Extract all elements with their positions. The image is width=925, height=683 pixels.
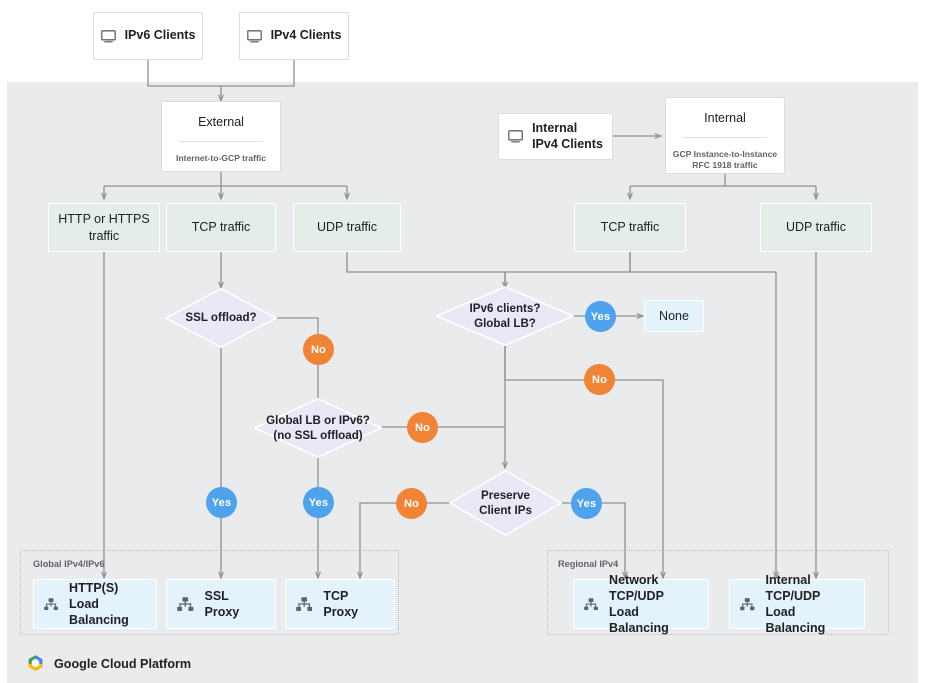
client-label-ipv6: IPv6 Clients: [124, 28, 196, 43]
outcome-label: SSL Proxy: [204, 588, 240, 619]
traffic-box-internal-tcp[interactable]: TCP traffic: [574, 203, 686, 252]
client-label-ipv4: IPv4 Clients: [270, 28, 342, 43]
outcome-none[interactable]: None: [644, 300, 704, 332]
traffic-box-http[interactable]: HTTP or HTTPS traffic: [48, 203, 160, 252]
group-label-global: Global IPv4/IPv6: [33, 559, 105, 569]
badge-no-global-lb: No: [407, 412, 438, 443]
outcome-label: Internal TCP/UDP Load Balancing: [765, 572, 826, 636]
outcome-label: TCP Proxy: [323, 588, 359, 619]
outcome-https-load-balancing[interactable]: HTTP(S) Load Balancing: [33, 579, 157, 629]
load-balancer-icon: [44, 597, 58, 610]
outcome-ssl-proxy[interactable]: SSL Proxy: [166, 579, 276, 629]
section-box-external[interactable]: External Internet-to-GCP traffic: [161, 101, 281, 172]
badge-no-ipv6-clients: No: [584, 364, 615, 395]
section-subtitle-internal: GCP Instance-to-Instance RFC 1918 traffi…: [672, 149, 778, 171]
group-label-regional: Regional IPv4: [558, 559, 619, 569]
outcome-label: HTTP(S) Load Balancing: [69, 580, 129, 628]
gcp-hexagon-logo: [28, 655, 43, 671]
monitor-icon: [508, 130, 523, 143]
section-box-internal[interactable]: Internal GCP Instance-to-Instance RFC 19…: [665, 97, 785, 174]
section-divider: [682, 137, 768, 138]
section-title-external: External: [198, 115, 244, 129]
outcome-network-tcp-udp-load-balancing[interactable]: Network TCP/UDP Load Balancing: [573, 573, 709, 635]
diagram-canvas: IPv6 Clients IPv4 Clients Internal IPv4 …: [0, 0, 925, 683]
client-label-internal-ipv4: Internal IPv4 Clients: [532, 120, 603, 151]
load-balancer-icon: [296, 596, 313, 611]
traffic-box-internal-udp[interactable]: UDP traffic: [760, 203, 872, 252]
monitor-icon: [100, 29, 116, 42]
decision-label-preserve-client-ips: Preserve Client IPs: [479, 488, 532, 517]
section-subtitle-external: Internet-to-GCP traffic: [175, 153, 267, 163]
badge-yes-ipv6-clients: Yes: [585, 301, 616, 332]
outcome-tcp-proxy[interactable]: TCP Proxy: [285, 579, 395, 629]
badge-yes-preserve-client-ips: Yes: [571, 488, 602, 519]
client-box-ipv4[interactable]: IPv4 Clients: [239, 12, 349, 60]
load-balancer-icon: [740, 597, 755, 610]
decision-preserve-client-ips[interactable]: Preserve Client IPs: [449, 470, 562, 536]
decision-label-global-lb-or-ipv6: Global LB or IPv6? (no SSL offload): [266, 413, 370, 442]
outcome-internal-tcp-udp-load-balancing[interactable]: Internal TCP/UDP Load Balancing: [729, 573, 865, 635]
badge-no-ssl-offload: No: [303, 334, 334, 365]
footer-brand-label: Google Cloud Platform: [54, 656, 192, 671]
decision-ssl-offload[interactable]: SSL offload?: [165, 288, 277, 348]
client-box-ipv6[interactable]: IPv6 Clients: [93, 12, 203, 60]
traffic-box-external-udp[interactable]: UDP traffic: [293, 203, 401, 252]
section-title-internal: Internal: [704, 111, 746, 125]
badge-no-preserve-client-ips: No: [396, 488, 427, 519]
section-divider: [178, 141, 264, 142]
badge-yes-global-lb: Yes: [303, 487, 334, 518]
load-balancer-icon: [177, 596, 194, 611]
monitor-icon: [246, 29, 262, 42]
decision-label-ipv6-clients-global-lb: IPv6 clients? Global LB?: [469, 301, 541, 330]
decision-ipv6-clients-global-lb[interactable]: IPv6 clients? Global LB?: [436, 286, 574, 346]
load-balancer-icon: [584, 597, 598, 610]
badge-yes-ssl-offload: Yes: [206, 487, 237, 518]
traffic-box-external-tcp[interactable]: TCP traffic: [166, 203, 276, 252]
outcome-label: Network TCP/UDP Load Balancing: [609, 572, 669, 636]
decision-label-ssl-offload: SSL offload?: [185, 311, 257, 325]
decision-global-lb-or-ipv6[interactable]: Global LB or IPv6? (no SSL offload): [254, 398, 382, 458]
client-box-internal-ipv4[interactable]: Internal IPv4 Clients: [498, 113, 613, 160]
footer-brand: Google Cloud Platform: [26, 654, 191, 673]
